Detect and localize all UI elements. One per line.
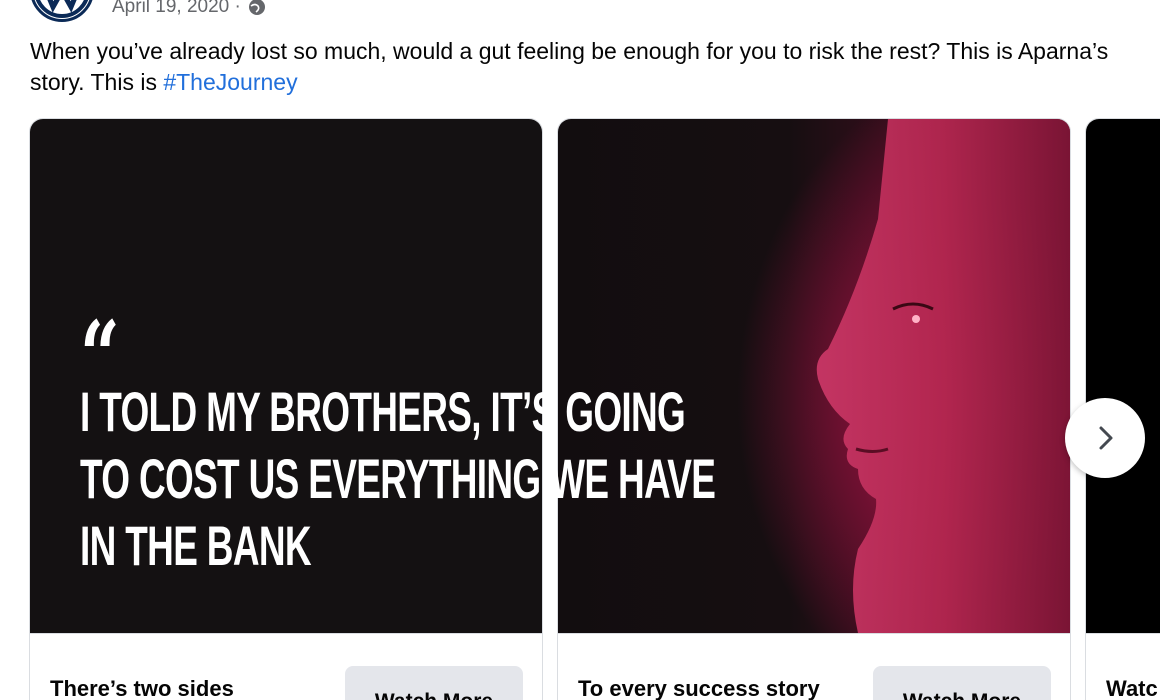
card-title: There’s two sides (50, 676, 234, 700)
globe-icon (247, 0, 267, 17)
card-footer: To every success story Watch More (558, 633, 1070, 700)
card-title: Watc (1106, 676, 1158, 700)
watch-more-button[interactable]: Watch More (345, 666, 523, 700)
carousel-next-button[interactable] (1065, 398, 1145, 478)
quote-line: to cost us everything we have (80, 447, 716, 510)
quote-mark: “ (80, 300, 120, 413)
video-caption-quote: “ I told my brothers, it’s going to cost… (80, 300, 1043, 579)
page-avatar[interactable] (30, 0, 94, 22)
quote-line: in the bank (80, 514, 312, 577)
watch-more-button[interactable]: Watch More (873, 666, 1051, 700)
card-footer: Watc (1086, 633, 1160, 700)
post-header: April 19, 2020 · (30, 0, 267, 22)
card-title: To every success story (578, 676, 820, 700)
post-text: When you’ve already lost so much, would … (30, 36, 1130, 98)
post-meta: April 19, 2020 · (112, 0, 267, 18)
card-footer: There’s two sides Watch More (30, 633, 542, 700)
chevron-right-icon (1099, 426, 1113, 450)
facebook-post: April 19, 2020 · When you’ve already los… (0, 0, 1160, 700)
carousel: There’s two sides Watch More (29, 118, 1160, 700)
vw-logo-icon (35, 0, 89, 18)
card-video-thumbnail[interactable] (1086, 119, 1160, 633)
post-date[interactable]: April 19, 2020 · (112, 0, 241, 18)
hashtag-link[interactable]: #TheJourney (163, 69, 297, 95)
quote-line: I told my brothers, it’s going (80, 380, 686, 443)
